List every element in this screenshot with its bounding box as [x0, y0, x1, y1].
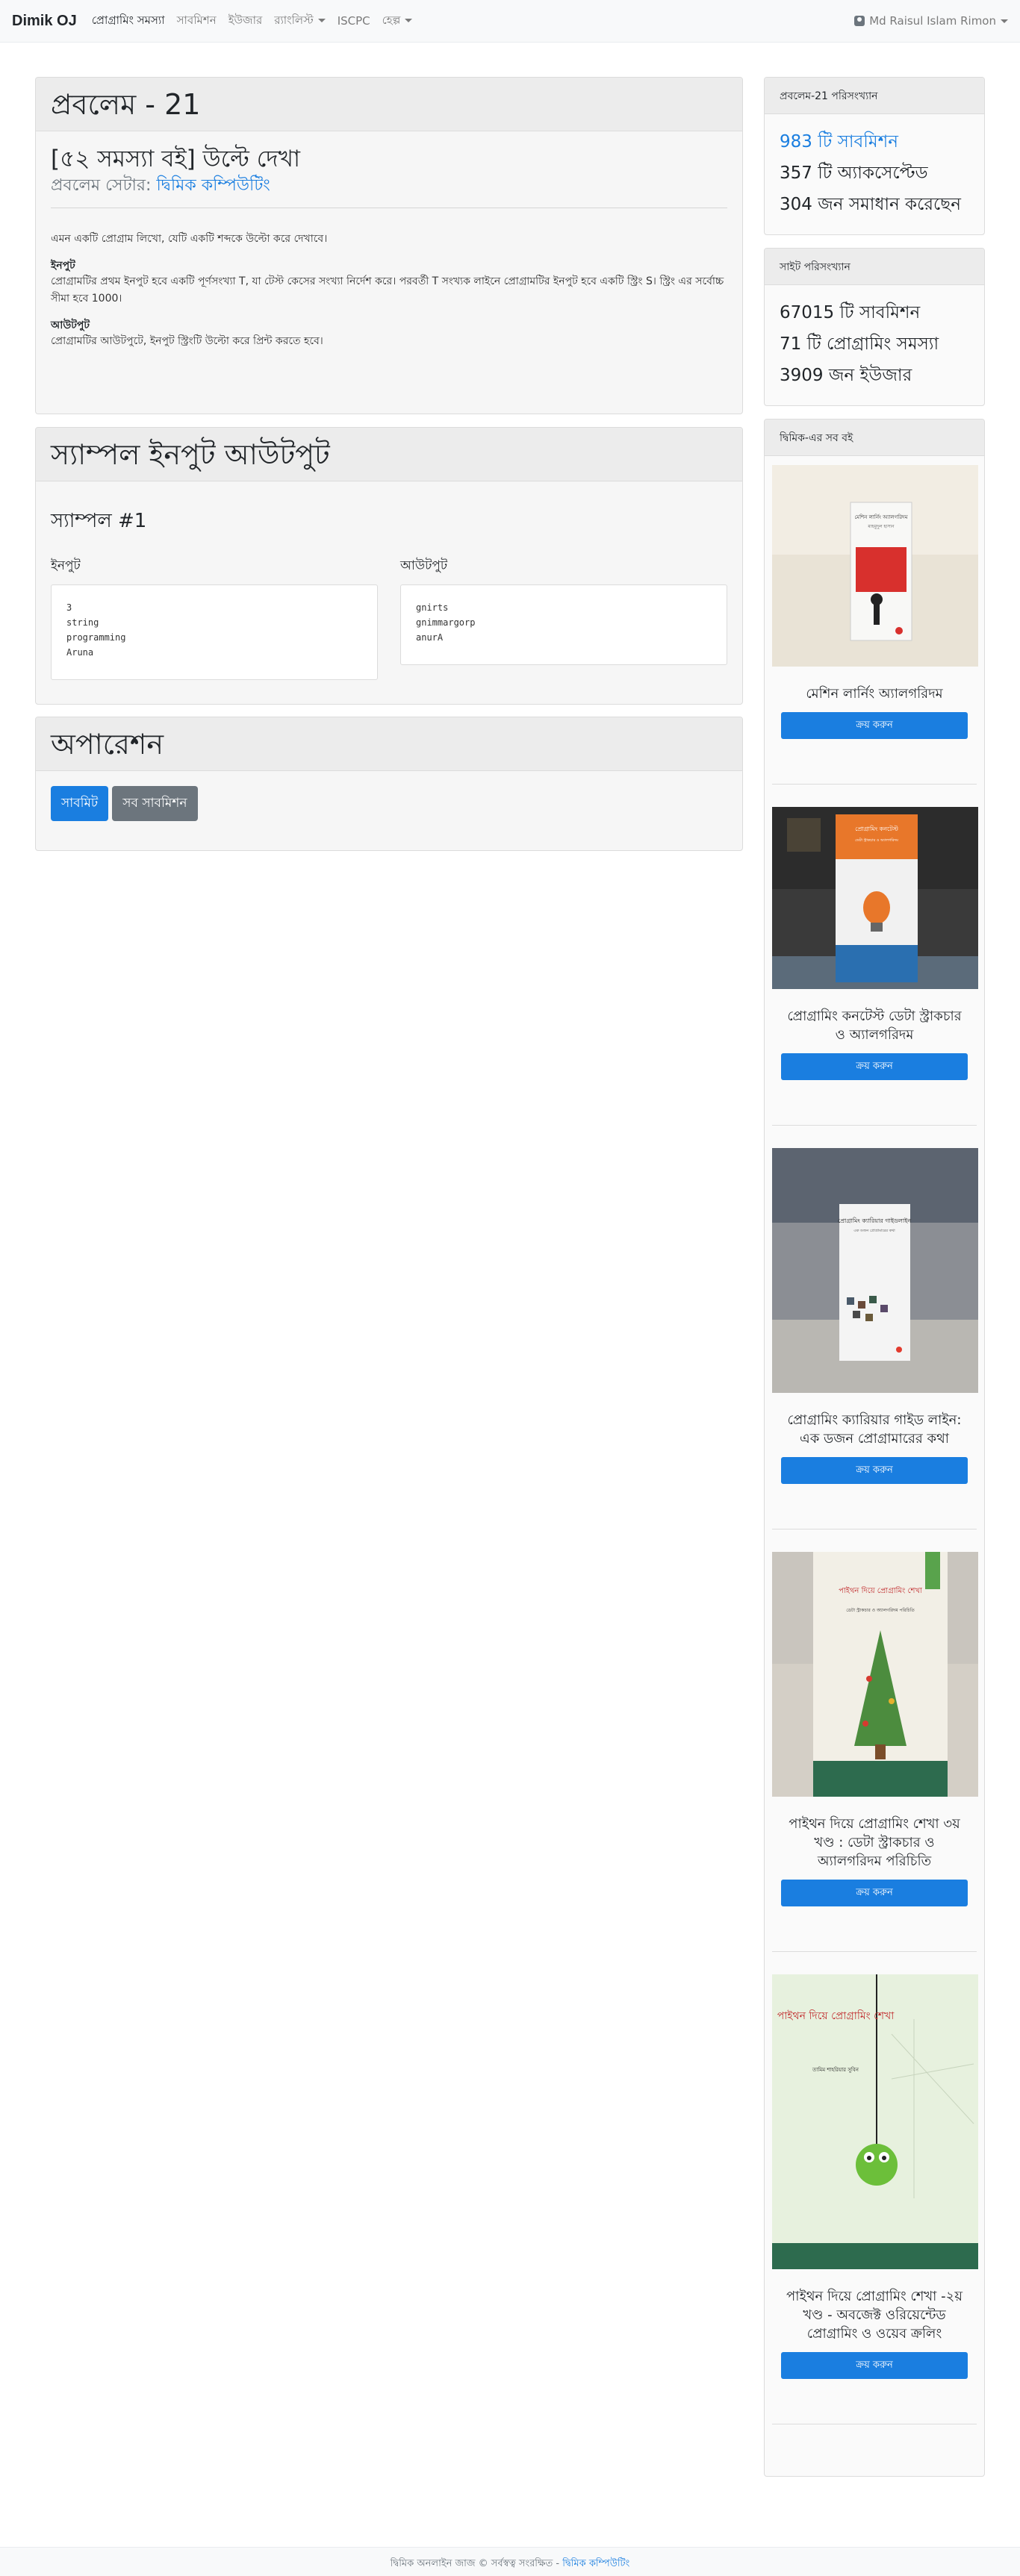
- problem-header: প্রবলেম - 21: [36, 78, 742, 131]
- book-cover-image[interactable]: মেশিন লার্নিং অ্যালগরিদম মাহমুদুল হাসান: [772, 465, 978, 667]
- footer-link[interactable]: দ্বিমিক কম্পিউটিং: [562, 2558, 629, 2569]
- output-description: প্রোগ্রামটির আউটপুটে, ইনপুট স্ট্রিংটি উল…: [51, 335, 323, 347]
- problem-title: [৫২ সমস্যা বই] উল্টে দেখা: [51, 146, 300, 172]
- footer-copyright: দ্বিমিক অনলাইন জাজ © সর্বস্বত্ব সংরক্ষিত…: [390, 2558, 560, 2569]
- user-icon: [854, 16, 865, 26]
- chevron-down-icon: [317, 18, 326, 22]
- book-cover-title: পাইথন দিয়ে প্রোগ্রামিং শেখা: [839, 1586, 923, 1595]
- book-cover-title: প্রোগ্রামিং কনটেস্ট: [855, 825, 899, 832]
- sample-input-label: ইনপুট: [51, 558, 81, 573]
- brand-logo[interactable]: Dimik OJ: [12, 13, 77, 30]
- book-item: মেশিন লার্নিং অ্যালগরিদম মাহমুদুল হাসান …: [765, 456, 984, 785]
- sample-input-box: 3 string programming Aruna: [51, 584, 378, 680]
- book-title: পাইথন দিয়ে প্রোগ্রামিং শেখা -২য় খণ্ড -…: [786, 2289, 963, 2342]
- problem-submissions-link[interactable]: 983 টি সাবমিশন: [765, 126, 984, 158]
- site-stats-card: সাইট পরিসংখ্যান 67015 টি সাবমিশন 71 টি প…: [764, 248, 985, 406]
- book-cover-image[interactable]: প্রোগ্রামিং কনটেস্ট ডেটা স্ট্রাকচার ও অ্…: [772, 807, 978, 989]
- sample-output-label: আউটপুট: [400, 558, 448, 573]
- book-cover-author: এক ডজন প্রোগ্রামারের কথা: [853, 1229, 895, 1233]
- setter-label: প্রবলেম সেটার:: [51, 176, 152, 195]
- book-cover-author: ডেটা স্ট্রাকচার ও অ্যালগরিদম: [855, 838, 898, 843]
- book-item: প্রোগ্রামিং ক্যারিয়ার গাইডলাইন এক ডজন প…: [765, 1126, 984, 1529]
- buy-book-button[interactable]: ক্রয় করুন: [781, 2352, 968, 2379]
- book-title: পাইথন দিয়ে প্রোগ্রামিং শেখা ৩য় খণ্ড : …: [789, 1816, 960, 1869]
- book-item: পাইথন দিয়ে প্রোগ্রামিং শেখা ডেটা স্ট্রা…: [765, 1529, 984, 1952]
- operation-card: অপারেশন সাবমিট সব সাবমিশন: [35, 717, 743, 851]
- buy-book-button[interactable]: ক্রয় করুন: [781, 712, 968, 739]
- submit-button[interactable]: সাবমিট: [51, 786, 109, 821]
- book-cover-image[interactable]: প্রোগ্রামিং ক্যারিয়ার গাইডলাইন এক ডজন প…: [772, 1148, 978, 1393]
- book-cover-author: তামিম শাহরিয়ার সুবিন: [812, 2067, 859, 2073]
- nav-help-label: হেল্প: [382, 13, 401, 27]
- book-item: প্রোগ্রামিং কনটেস্ট ডেটা স্ট্রাকচার ও অ্…: [765, 785, 984, 1126]
- problem-card: প্রবলেম - 21 [৫২ সমস্যা বই] উল্টে দেখা প…: [35, 77, 743, 414]
- sample-output-box: gnirts gnimmargorp anurA: [400, 584, 727, 665]
- sample-label: স্যাম্পল #1: [51, 510, 147, 532]
- book-cover-image[interactable]: পাইথন দিয়ে প্রোগ্রামিং শেখা তামিম শাহরি…: [772, 1974, 978, 2269]
- site-users: 3909 জন ইউজার: [780, 366, 912, 385]
- problem-stats-header: প্রবলেম-21 পরিসংখ্যান: [765, 78, 984, 114]
- sample-io-header: স্যাম্পল ইনপুট আউটপুট: [36, 428, 742, 481]
- problem-accepted: 357 টি অ্যাকসেপ্টেড: [780, 163, 928, 183]
- book-title: মেশিন লার্নিং অ্যালগরিদম: [806, 686, 943, 702]
- nav-problems[interactable]: প্রোগ্রামিং সমস্যা: [92, 12, 165, 31]
- user-name: Md Raisul Islam Rimon: [869, 14, 996, 28]
- book-title: প্রোগ্রামিং কনটেস্ট ডেটা স্ট্রাকচার ও অ্…: [787, 1008, 962, 1043]
- book-title: প্রোগ্রামিং ক্যারিয়ার গাইড লাইন: এক ডজন…: [787, 1412, 962, 1447]
- all-submissions-button[interactable]: সব সাবমিশন: [112, 786, 198, 821]
- buy-book-button[interactable]: ক্রয় করুন: [781, 1880, 968, 1906]
- books-card: দ্বিমিক-এর সব বই মেশিন লার্নিং অ্যালগরিদ…: [764, 419, 985, 2477]
- book-cover-image[interactable]: পাইথন দিয়ে প্রোগ্রামিং শেখা ডেটা স্ট্রা…: [772, 1552, 978, 1797]
- book-cover-author: মাহমুদুল হাসান: [867, 524, 895, 529]
- nav-submissions[interactable]: সাবমিশন: [177, 12, 217, 31]
- book-cover-title: প্রোগ্রামিং ক্যারিয়ার গাইডলাইন: [838, 1217, 912, 1224]
- chevron-down-icon: [405, 18, 413, 22]
- output-title: আউটপুট: [51, 319, 90, 331]
- problem-stats-card: প্রবলেম-21 পরিসংখ্যান 983 টি সাবমিশন 357…: [764, 77, 985, 235]
- book-cover-title: মেশিন লার্নিং অ্যালগরিদম: [854, 514, 907, 520]
- nav-ranklist[interactable]: র‍্যাংলিস্ট: [274, 12, 326, 31]
- problem-description: এমন একটি প্রোগ্রাম লিখো, যেটি একটি শব্দক…: [51, 233, 328, 245]
- books-header: দ্বিমিক-এর সব বই: [765, 420, 984, 456]
- problem-solved: 304 জন সমাধান করেছেন: [780, 195, 961, 214]
- site-stats-header: সাইট পরিসংখ্যান: [765, 249, 984, 285]
- setter-link[interactable]: দ্বিমিক কম্পিউটিং: [156, 176, 270, 195]
- nav-users[interactable]: ইউজার: [228, 12, 263, 31]
- chevron-down-icon: [1001, 19, 1008, 23]
- input-description: প্রোগ্রামটির প্রথম ইনপুট হবে একটি পূর্ণস…: [51, 275, 724, 305]
- footer: দ্বিমিক অনলাইন জাজ © সর্বস্বত্ব সংরক্ষিত…: [0, 2547, 1020, 2576]
- book-item: পাইথন দিয়ে প্রোগ্রামিং শেখা তামিম শাহরি…: [765, 1952, 984, 2424]
- nav-iscpc[interactable]: ISCPC: [338, 14, 370, 28]
- book-cover-title: পাইথন দিয়ে প্রোগ্রামিং শেখা: [777, 2009, 895, 2022]
- nav-help[interactable]: হেল্প: [382, 12, 413, 31]
- site-problems: 71 টি প্রোগ্রামিং সমস্যা: [780, 334, 939, 354]
- user-menu[interactable]: Md Raisul Islam Rimon: [854, 14, 1008, 28]
- buy-book-button[interactable]: ক্রয় করুন: [781, 1053, 968, 1080]
- navbar: Dimik OJ প্রোগ্রামিং সমস্যা সাবমিশন ইউজা…: [0, 0, 1020, 43]
- nav-ranklist-label: র‍্যাংলিস্ট: [274, 13, 314, 27]
- input-title: ইনপুট: [51, 260, 75, 272]
- site-submissions: 67015 টি সাবমিশন: [780, 303, 921, 322]
- operation-header: অপারেশন: [36, 717, 742, 771]
- problem-setter: প্রবলেম সেটার: দ্বিমিক কম্পিউটিং: [51, 175, 727, 197]
- sample-io-card: স্যাম্পল ইনপুট আউটপুট স্যাম্পল #1 ইনপুট …: [35, 427, 743, 705]
- book-cover-author: ডেটা স্ট্রাকচার ও অ্যালগরিদম পরিচিতি: [846, 1607, 915, 1613]
- buy-book-button[interactable]: ক্রয় করুন: [781, 1457, 968, 1484]
